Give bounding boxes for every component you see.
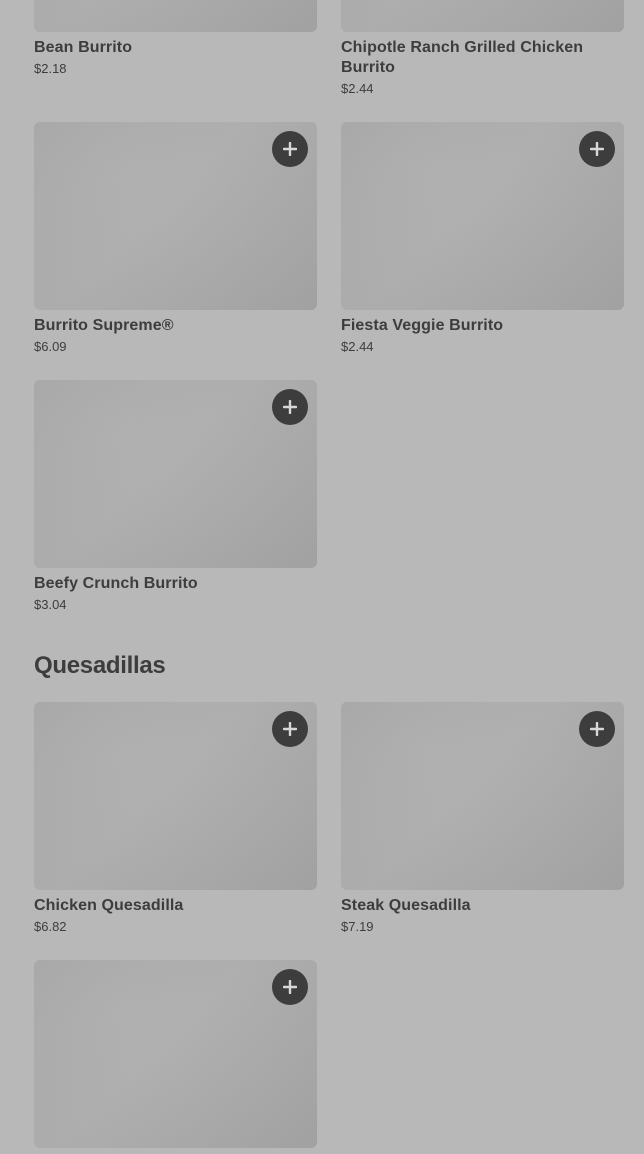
add-to-cart-button[interactable] <box>272 711 308 747</box>
menu-item-card[interactable]: Beefy Crunch Burrito $3.04 <box>34 380 317 613</box>
plus-icon <box>283 400 297 414</box>
menu-item-name[interactable]: Chicken Quesadilla <box>34 896 317 916</box>
menu-item-image[interactable] <box>341 122 624 310</box>
menu-item-image[interactable] <box>341 0 624 32</box>
menu-item-image[interactable] <box>34 122 317 310</box>
plus-icon <box>283 980 297 994</box>
plus-icon <box>590 722 604 736</box>
plus-icon <box>283 142 297 156</box>
menu-item-name[interactable]: Burrito Supreme® <box>34 316 317 336</box>
menu-item-price: $3.04 <box>34 597 67 612</box>
menu-item-card[interactable] <box>34 960 317 1154</box>
menu-item-image[interactable] <box>34 702 317 890</box>
menu-item-price: $7.19 <box>341 919 374 934</box>
menu-item-price: $6.82 <box>34 919 67 934</box>
menu-item-card[interactable]: Steak Quesadilla $7.19 <box>341 702 624 935</box>
menu-item-card[interactable]: Chicken Quesadilla $6.82 <box>34 702 317 935</box>
section-title-quesadillas: Quesadillas <box>34 652 166 679</box>
menu-item-name[interactable]: Bean Burrito <box>34 38 317 58</box>
plus-icon <box>590 142 604 156</box>
add-to-cart-button[interactable] <box>579 131 615 167</box>
menu-item-image[interactable] <box>34 0 317 32</box>
menu-item-image[interactable] <box>341 702 624 890</box>
add-to-cart-button[interactable] <box>272 389 308 425</box>
menu-item-image[interactable] <box>34 380 317 568</box>
menu-item-name[interactable]: Beefy Crunch Burrito <box>34 574 317 594</box>
menu-item-name[interactable]: Chipotle Ranch Grilled Chicken Burrito <box>341 38 624 78</box>
plus-icon <box>283 722 297 736</box>
add-to-cart-button[interactable] <box>272 969 308 1005</box>
add-to-cart-button[interactable] <box>579 711 615 747</box>
menu-item-card[interactable]: Chipotle Ranch Grilled Chicken Burrito $… <box>341 0 624 97</box>
menu-item-price: $2.44 <box>341 81 374 96</box>
menu-item-name[interactable]: Steak Quesadilla <box>341 896 624 916</box>
menu-item-card[interactable]: Bean Burrito $2.18 <box>34 0 317 77</box>
menu-item-price: $6.09 <box>34 339 67 354</box>
menu-item-card[interactable]: Fiesta Veggie Burrito $2.44 <box>341 122 624 355</box>
add-to-cart-button[interactable] <box>272 131 308 167</box>
menu-item-price: $2.18 <box>34 61 67 76</box>
menu-item-image[interactable] <box>34 960 317 1148</box>
menu-item-card[interactable]: Burrito Supreme® $6.09 <box>34 122 317 355</box>
menu-item-price: $2.44 <box>341 339 374 354</box>
menu-item-name[interactable]: Fiesta Veggie Burrito <box>341 316 624 336</box>
